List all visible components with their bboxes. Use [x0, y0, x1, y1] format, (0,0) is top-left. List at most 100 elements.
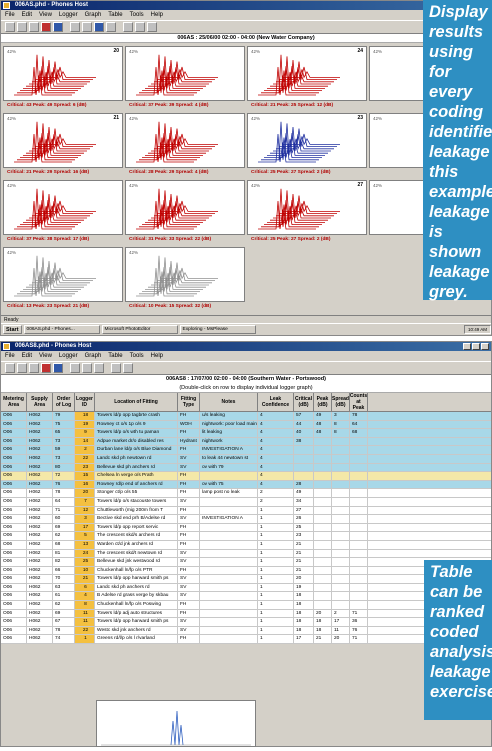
column-header[interactable]: Location of Fitting — [95, 393, 178, 411]
column-header[interactable]: Supply Area — [27, 393, 53, 411]
table-cell: H062 — [27, 575, 53, 583]
logger-graph[interactable]: 42% Critical: 13 Peak: 23 Spread: 21 (dB) — [3, 247, 123, 311]
settings-icon[interactable] — [123, 22, 133, 32]
table-icon[interactable] — [70, 22, 80, 32]
table-row[interactable]: O06 H062 61 4 B Adelse rd grass verge by skb… — [1, 592, 491, 602]
logger-graph[interactable]: 42% Critical: 37 Peak: 38 Spread: 17 (dB) — [3, 180, 123, 244]
task-button[interactable]: Microsoft PhotoEditor — [101, 325, 178, 334]
map-icon[interactable] — [41, 363, 51, 373]
table-row[interactable]: O06 H062 78 22 Westc skd jnk anchers rd SV 1 18… — [1, 626, 491, 636]
column-header[interactable]: Critical (dB) — [294, 393, 314, 411]
graph-icon[interactable] — [53, 363, 63, 373]
table-row[interactable]: O06 H062 78 20 Stonger ct/p o/s 55 FH lamp pos… — [1, 489, 491, 498]
logger-graph[interactable]: 42% 27 Critical: 25 Peak: 27 Spread: 2 (dB… — [247, 180, 367, 244]
zoom-icon[interactable] — [82, 22, 92, 32]
print-icon[interactable] — [29, 363, 39, 373]
table-icon[interactable] — [70, 363, 80, 373]
column-header[interactable]: Peak (dB) — [314, 393, 332, 411]
open-icon[interactable] — [17, 22, 27, 32]
menu-item[interactable]: Table — [108, 10, 122, 20]
print-icon[interactable] — [29, 22, 39, 32]
menu-item[interactable]: Logger — [59, 10, 78, 20]
task-button[interactable]: 006AS.phd - Phones... — [23, 325, 100, 334]
table-row[interactable]: O06 H062 62 8 Chuckenhall ln/fp o/s Poswing F… — [1, 601, 491, 610]
table-row[interactable]: O06 H062 65 9 Towers ld/p o/s wth tu paman FH… — [1, 429, 491, 438]
about-icon[interactable] — [147, 22, 157, 32]
table-row[interactable]: O06 H062 74 1 Greens rd/l/p o/s l r/varland F… — [1, 635, 491, 645]
menu-item[interactable]: Tools — [130, 10, 144, 20]
open-icon[interactable] — [17, 363, 27, 373]
new-icon[interactable] — [5, 22, 15, 32]
column-header[interactable]: Order of Log — [53, 393, 75, 411]
table-row[interactable]: O06 H062 73 14 Adpue market dr/o disabled re… — [1, 437, 491, 447]
start-button[interactable]: Start — [3, 325, 22, 334]
table-row[interactable]: O06 H062 59 2 Durban lane ld/p o/s Blue Diam… — [1, 446, 491, 455]
table-row[interactable]: O06 H062 80 23 Bellevue skd ph anchers rd SV o… — [1, 463, 491, 473]
table-row[interactable]: O06 H062 70 21 Towers ld/p opp harward smith… — [1, 575, 491, 584]
logger-graph[interactable]: 42% 21 Critical: 21 Peak: 29 Spread: 16 (d… — [3, 113, 123, 177]
grid-icon[interactable] — [94, 22, 104, 32]
help-icon[interactable] — [123, 363, 133, 373]
table-row[interactable]: O06 H062 71 12 Chuttleworth (mig 200m from T… — [1, 506, 491, 516]
graph-icon[interactable] — [53, 22, 63, 32]
logger-graph[interactable]: 42% Critical: 37 Peak: 39 Spread: 4 (dB) — [125, 46, 245, 110]
table-row[interactable]: O06 H062 69 17 Towers ld/p opp report servic… — [1, 523, 491, 533]
column-header[interactable]: Leak Confidence — [258, 393, 294, 411]
table-row[interactable]: O06 H062 64 7 Towers ld/p o/s stacouste towe… — [1, 497, 491, 507]
column-header[interactable]: Logger ID — [75, 393, 95, 411]
table-row[interactable]: O06 H062 73 22 Landc skd ph newtown rd SV to l… — [1, 454, 491, 464]
table-row[interactable]: O06 H062 60 3 Bective skd end prh B/Adelse r… — [1, 515, 491, 524]
menu-item[interactable]: Graph — [85, 10, 102, 20]
task-button[interactable]: Exploring - MsPlease — [179, 325, 256, 334]
column-header[interactable]: Metering Area — [1, 393, 27, 411]
table-row[interactable]: O06 H062 66 10 Chuckenhall ln/fp o/s PTR FH 1 2… — [1, 566, 491, 576]
column-header[interactable]: Fitting Type — [178, 393, 200, 411]
logger-graph-popup[interactable] — [96, 700, 256, 747]
menu-item[interactable]: Logger — [59, 351, 78, 361]
logger-graph[interactable]: 42% 23 Critical: 25 Peak: 27 Spread: 2 (dB… — [247, 113, 367, 177]
menu-item[interactable]: Tools — [130, 351, 144, 361]
help-icon[interactable] — [135, 22, 145, 32]
column-header[interactable]: Spread (dB) — [332, 393, 350, 411]
column-header[interactable]: Notes — [200, 393, 258, 411]
logger-graph[interactable]: 42% 20 Critical: 43 Peak: 49 Spread: 6 (dB… — [3, 46, 123, 110]
bar-icon[interactable] — [106, 22, 116, 32]
menu-item[interactable]: File — [5, 10, 15, 20]
table-row[interactable]: O06 H062 76 16 Rowney rd/p end of anchers rd… — [1, 480, 491, 490]
grid-icon[interactable] — [94, 363, 104, 373]
menu-item[interactable]: View — [39, 351, 52, 361]
menu-item[interactable]: Edit — [22, 10, 32, 20]
map-icon[interactable] — [41, 22, 51, 32]
table-row[interactable]: O06 H062 81 24 The crescent skd/t newtown rd… — [1, 549, 491, 559]
logger-graph[interactable]: 42% 24 Critical: 21 Peak: 25 Spread: 12 (d… — [247, 46, 367, 110]
menu-item[interactable]: Help — [151, 10, 163, 20]
table-row[interactable]: O06 H062 67 11 Towers ld/p opp harward smith… — [1, 618, 491, 627]
logger-graph[interactable]: 42% Critical: 28 Peak: 29 Spread: 4 (dB) — [125, 113, 245, 177]
menu-item[interactable]: Graph — [85, 351, 102, 361]
table-row[interactable]: O06 H062 79 18 Towers ld/p opp tagbrte crash… — [1, 412, 491, 421]
table-row[interactable]: O06 H062 75 19 Rowney ct o/s 1p o/s 9 WOH nigh… — [1, 420, 491, 430]
logger-graph[interactable]: 42% Critical: 10 Peak: 15 Spread: 32 (dB) — [125, 247, 245, 311]
zoom-icon[interactable] — [82, 363, 92, 373]
minimize-button[interactable] — [463, 343, 471, 350]
menu-item[interactable]: Table — [108, 351, 122, 361]
table-cell: 48 — [314, 429, 332, 437]
settings-icon[interactable] — [111, 363, 121, 373]
table-row[interactable]: O06 H062 62 5 The crescent skd/s archers rd F… — [1, 532, 491, 541]
menu-item[interactable]: File — [5, 351, 15, 361]
table-row[interactable]: O06 H062 82 25 Bellevue skd jnk westwood rd S… — [1, 558, 491, 567]
menu-item[interactable]: Edit — [22, 351, 32, 361]
table-row[interactable]: O06 H062 68 13 Warden ct/d jnk archers rd FH 1… — [1, 540, 491, 550]
close-button[interactable] — [481, 343, 489, 350]
table-cell: 78 — [350, 412, 368, 420]
new-icon[interactable] — [5, 363, 15, 373]
column-header[interactable]: Counts at Peak — [350, 393, 368, 411]
menu-item[interactable]: Help — [151, 351, 163, 361]
menu-bar: File Edit View Logger Graph Table Tools Help — [1, 10, 491, 20]
logger-graph[interactable]: 42% Critical: 31 Peak: 33 Spread: 22 (dB) — [125, 180, 245, 244]
table-row[interactable]: O06 H062 63 6 Landc skd ph anchers rd SV 1 19 — [1, 583, 491, 593]
maximize-button[interactable] — [472, 343, 480, 350]
table-row[interactable]: O06 H062 72 15 Chelsea ln verge o/s Prath FH 4 — [1, 472, 491, 481]
table-row[interactable]: O06 H062 69 11 Towers ld/p adj auto structur… — [1, 609, 491, 619]
menu-item[interactable]: View — [39, 10, 52, 20]
